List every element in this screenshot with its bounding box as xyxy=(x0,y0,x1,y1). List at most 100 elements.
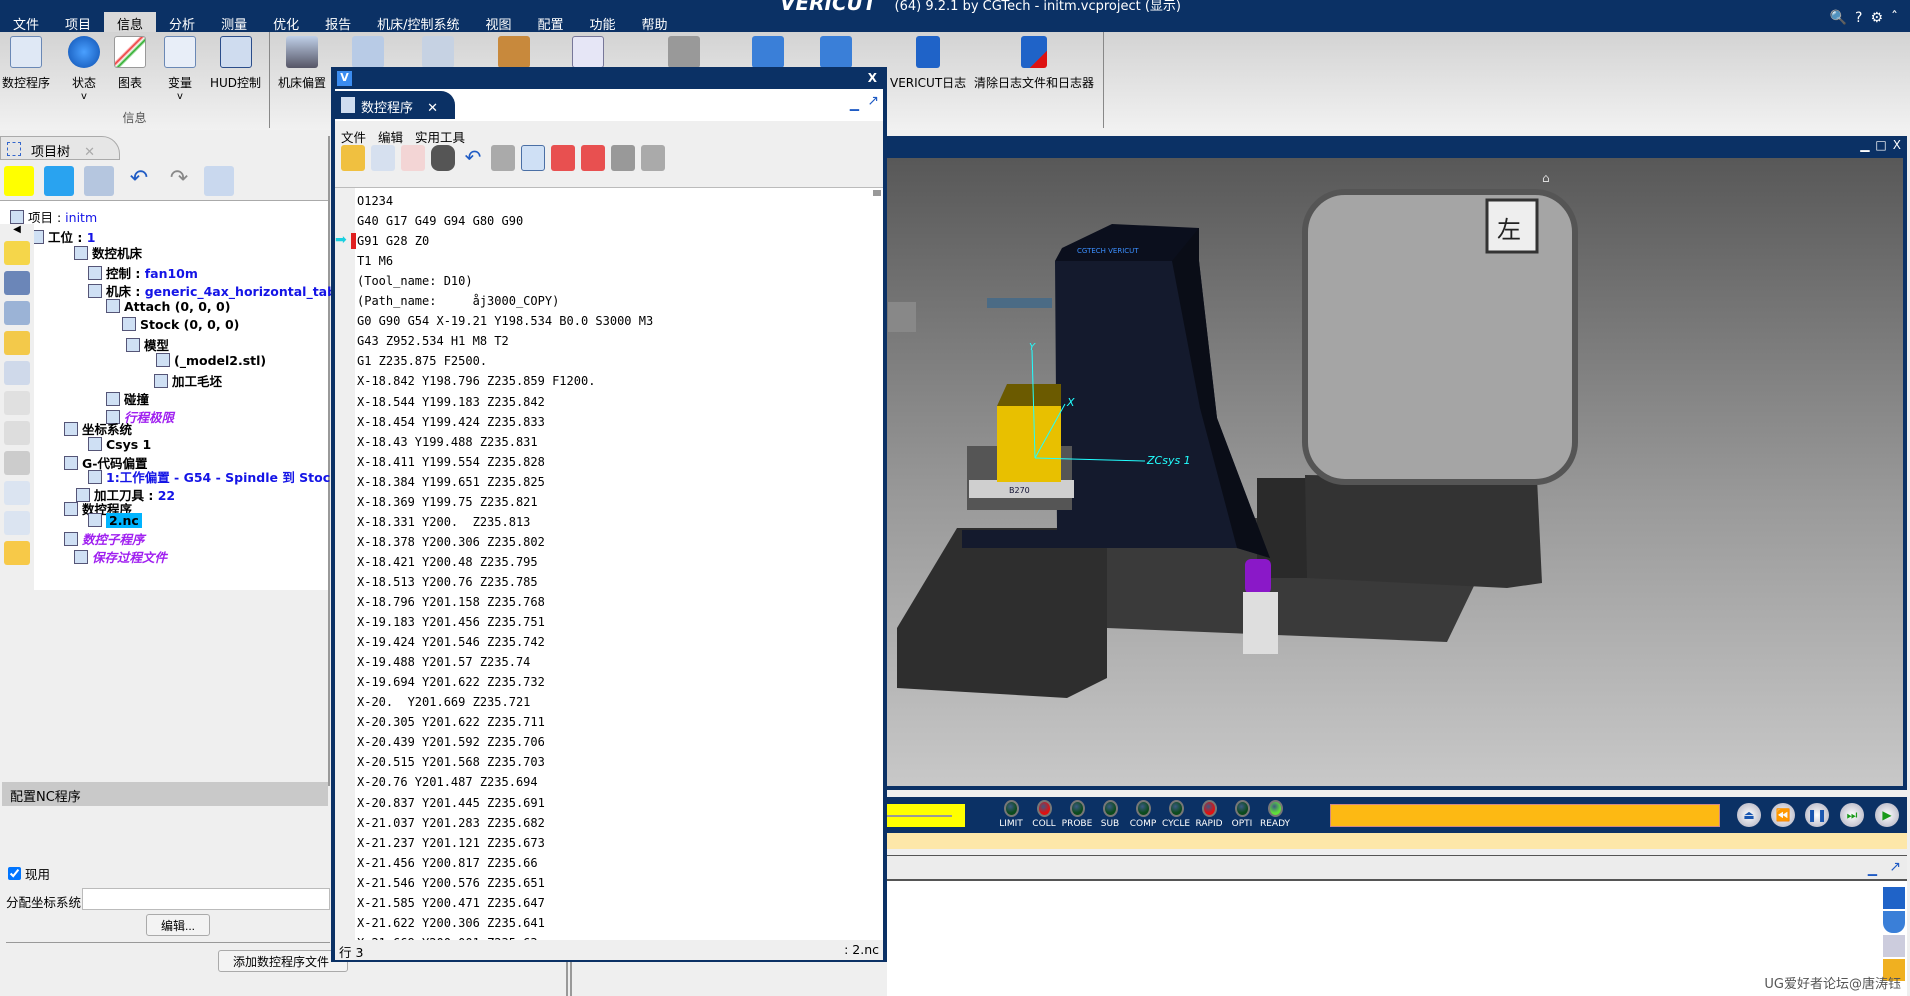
splitter[interactable] xyxy=(566,962,572,996)
undo-icon[interactable]: ↶ xyxy=(124,166,154,196)
nc-menu-item[interactable]: 编辑 xyxy=(378,127,403,146)
variable-button[interactable]: 变量 v xyxy=(164,36,196,102)
nc-line[interactable]: X-18.384 Y199.651 Z235.825 xyxy=(357,472,545,492)
nc-line[interactable]: X-21.622 Y200.306 Z235.641 xyxy=(357,913,545,933)
export-icon[interactable] xyxy=(204,166,234,196)
nc-line[interactable]: G43 Z952.534 H1 M8 T2 xyxy=(357,331,509,351)
play-icon[interactable]: ▶ xyxy=(1875,803,1899,827)
shield-check-icon[interactable] xyxy=(1883,911,1905,933)
nc-line[interactable]: X-18.331 Y200. Z235.813 xyxy=(357,512,530,532)
nc-line[interactable]: (Tool_name: D10) xyxy=(357,271,473,291)
gcode-offset-icon[interactable] xyxy=(4,421,30,445)
tree-node[interactable]: Stock (0, 0, 0) xyxy=(122,317,239,332)
scroll-thumb[interactable] xyxy=(873,190,881,196)
tree-node[interactable]: 数控子程序 xyxy=(64,529,145,548)
nc-line[interactable]: X-19.183 Y201.456 Z235.751 xyxy=(357,612,545,632)
csys-input[interactable] xyxy=(82,888,330,910)
csys-icon[interactable] xyxy=(4,391,30,415)
machine-icon[interactable] xyxy=(4,301,30,325)
nc-line[interactable]: X-20.515 Y201.568 Z235.703 xyxy=(357,752,545,772)
step-back-icon[interactable]: ⏪ xyxy=(1771,803,1795,827)
rewind-icon[interactable]: ⏏ xyxy=(1737,803,1761,827)
tree-node[interactable]: 坐标系统 xyxy=(64,419,132,438)
minimize-icon[interactable]: ▁ xyxy=(1860,138,1869,152)
add-component-icon[interactable] xyxy=(84,166,114,196)
nc-line[interactable]: X-18.43 Y199.488 Z235.831 xyxy=(357,432,538,452)
tree-node[interactable]: 保存过程文件 xyxy=(74,547,167,566)
nc-program-icon[interactable] xyxy=(4,481,30,505)
menu-5[interactable]: 优化 xyxy=(260,12,312,33)
search-icon[interactable]: 🔍 xyxy=(1830,10,1847,26)
tree-node[interactable]: 加工毛坯 xyxy=(154,371,222,390)
step-forward-icon[interactable]: ⏭ xyxy=(1840,803,1864,827)
pause-icon[interactable]: ❚❚ xyxy=(1805,803,1829,827)
nc-line[interactable]: X-21.585 Y200.471 Z235.647 xyxy=(357,893,545,913)
menu-0[interactable]: 文件 xyxy=(0,12,52,33)
collision-icon[interactable] xyxy=(4,331,30,355)
minimize-icon[interactable]: ▁ xyxy=(850,97,859,111)
nc-line[interactable]: X-21.037 Y201.283 Z235.682 xyxy=(357,813,545,833)
nc-window-titlebar[interactable]: V X xyxy=(333,69,885,89)
nc-line[interactable]: X-18.544 Y199.183 Z235.842 xyxy=(357,392,545,412)
nc-line[interactable]: X-20. Y201.669 Z235.721 xyxy=(357,692,530,712)
nc-line[interactable]: G40 G17 G49 G94 G80 G90 xyxy=(357,211,523,231)
menu-1[interactable]: 项目 xyxy=(52,12,104,33)
machine-3d-view[interactable]: CGTECH VERICUT B270 X Y ZCsys 1 左 ⌂ xyxy=(887,158,1903,786)
menu-4[interactable]: 测量 xyxy=(208,12,260,33)
menu-8[interactable]: 视图 xyxy=(473,12,525,33)
redo-icon[interactable]: ↷ xyxy=(164,166,194,196)
edit-button[interactable]: 编辑... xyxy=(146,914,210,936)
machine-offset-button[interactable]: 机床偏置 xyxy=(278,36,326,91)
clear-log-button[interactable]: 清除日志文件和日志器 xyxy=(974,36,1094,91)
menu-2[interactable]: 信息 xyxy=(104,12,157,33)
active-checkbox-input[interactable] xyxy=(8,867,21,880)
nc-line[interactable]: X-21.546 Y200.576 Z235.651 xyxy=(357,873,545,893)
nc-program-button[interactable]: 数控程序 xyxy=(2,36,50,91)
nc-line[interactable]: X-19.488 Y201.57 Z235.74 xyxy=(357,652,530,672)
nc-line[interactable]: X-18.454 Y199.424 Z235.833 xyxy=(357,412,545,432)
nc-line[interactable]: X-18.842 Y198.796 Z235.859 F1200. xyxy=(357,371,595,391)
nc-line[interactable]: X-18.421 Y200.48 Z235.795 xyxy=(357,552,538,572)
gear-icon[interactable]: ⚙ xyxy=(1870,10,1883,26)
filter-icon[interactable] xyxy=(1883,935,1905,957)
undock-icon[interactable]: ↗ xyxy=(1889,859,1901,875)
split-view-icon[interactable] xyxy=(521,145,545,171)
nc-line[interactable]: X-19.424 Y201.546 Z235.742 xyxy=(357,632,545,652)
close-icon[interactable]: X xyxy=(868,71,877,85)
nc-line[interactable]: X-20.305 Y201.622 Z235.711 xyxy=(357,712,545,732)
nc-line[interactable]: X-21.669 Y200.001 Z235.63 xyxy=(357,933,538,940)
nc-line[interactable]: X-18.378 Y200.306 Z235.802 xyxy=(357,532,545,552)
help-icon[interactable]: ? xyxy=(1855,10,1862,26)
tree-node[interactable]: 1:工作偏置 - G54 - Spindle 到 Stock xyxy=(88,467,338,486)
nc-file-icon[interactable] xyxy=(371,145,395,171)
tree-node[interactable]: 控制 : fan10m xyxy=(88,263,198,282)
mouse-select-icon[interactable] xyxy=(4,166,34,196)
subroutine-icon[interactable] xyxy=(4,511,30,535)
undock-icon[interactable]: ↗ xyxy=(867,93,879,109)
menu-10[interactable]: 功能 xyxy=(577,12,629,33)
properties-icon[interactable] xyxy=(44,166,74,196)
menu-3[interactable]: 分析 xyxy=(156,12,208,33)
tab-nc-program[interactable]: 数控程序 ✕ xyxy=(335,91,455,119)
hud-control-button[interactable]: HUD控制 xyxy=(210,36,261,91)
nc-line[interactable]: O1234 xyxy=(357,191,393,211)
binoculars-icon[interactable] xyxy=(431,145,455,171)
nc-code-editor[interactable]: O1234 G40 G17 G49 G94 G80 G90 G91 G28 Z0 ➡ T… xyxy=(335,187,883,940)
chart-button[interactable]: 图表 xyxy=(114,36,146,91)
minimize-icon[interactable]: ▁ xyxy=(1868,862,1877,876)
paste-icon[interactable] xyxy=(641,145,665,171)
tree-node[interactable]: Attach (0, 0, 0) xyxy=(106,299,230,314)
nc-line[interactable]: X-20.837 Y201.445 Z235.691 xyxy=(357,793,545,813)
tree-node[interactable]: (_model2.stl) xyxy=(156,353,266,368)
collapse-ribbon-icon[interactable]: ˆ xyxy=(1891,10,1898,26)
nc-line[interactable]: G0 G90 G54 X-19.21 Y198.534 B0.0 S3000 M… xyxy=(357,311,653,331)
active-checkbox[interactable]: 现用 xyxy=(8,864,50,883)
speed-slider[interactable] xyxy=(887,804,965,827)
nc-line[interactable]: T1 M6 xyxy=(357,251,393,271)
nc-line[interactable]: G91 G28 Z0 xyxy=(357,231,429,251)
add-nc-program-button[interactable]: 添加数控程序文件 xyxy=(218,950,348,972)
maximize-icon[interactable]: □ xyxy=(1875,138,1886,152)
copy-icon[interactable] xyxy=(611,145,635,171)
close-icon[interactable]: ✕ xyxy=(84,145,95,160)
menu-7[interactable]: 机床/控制系统 xyxy=(364,12,472,33)
